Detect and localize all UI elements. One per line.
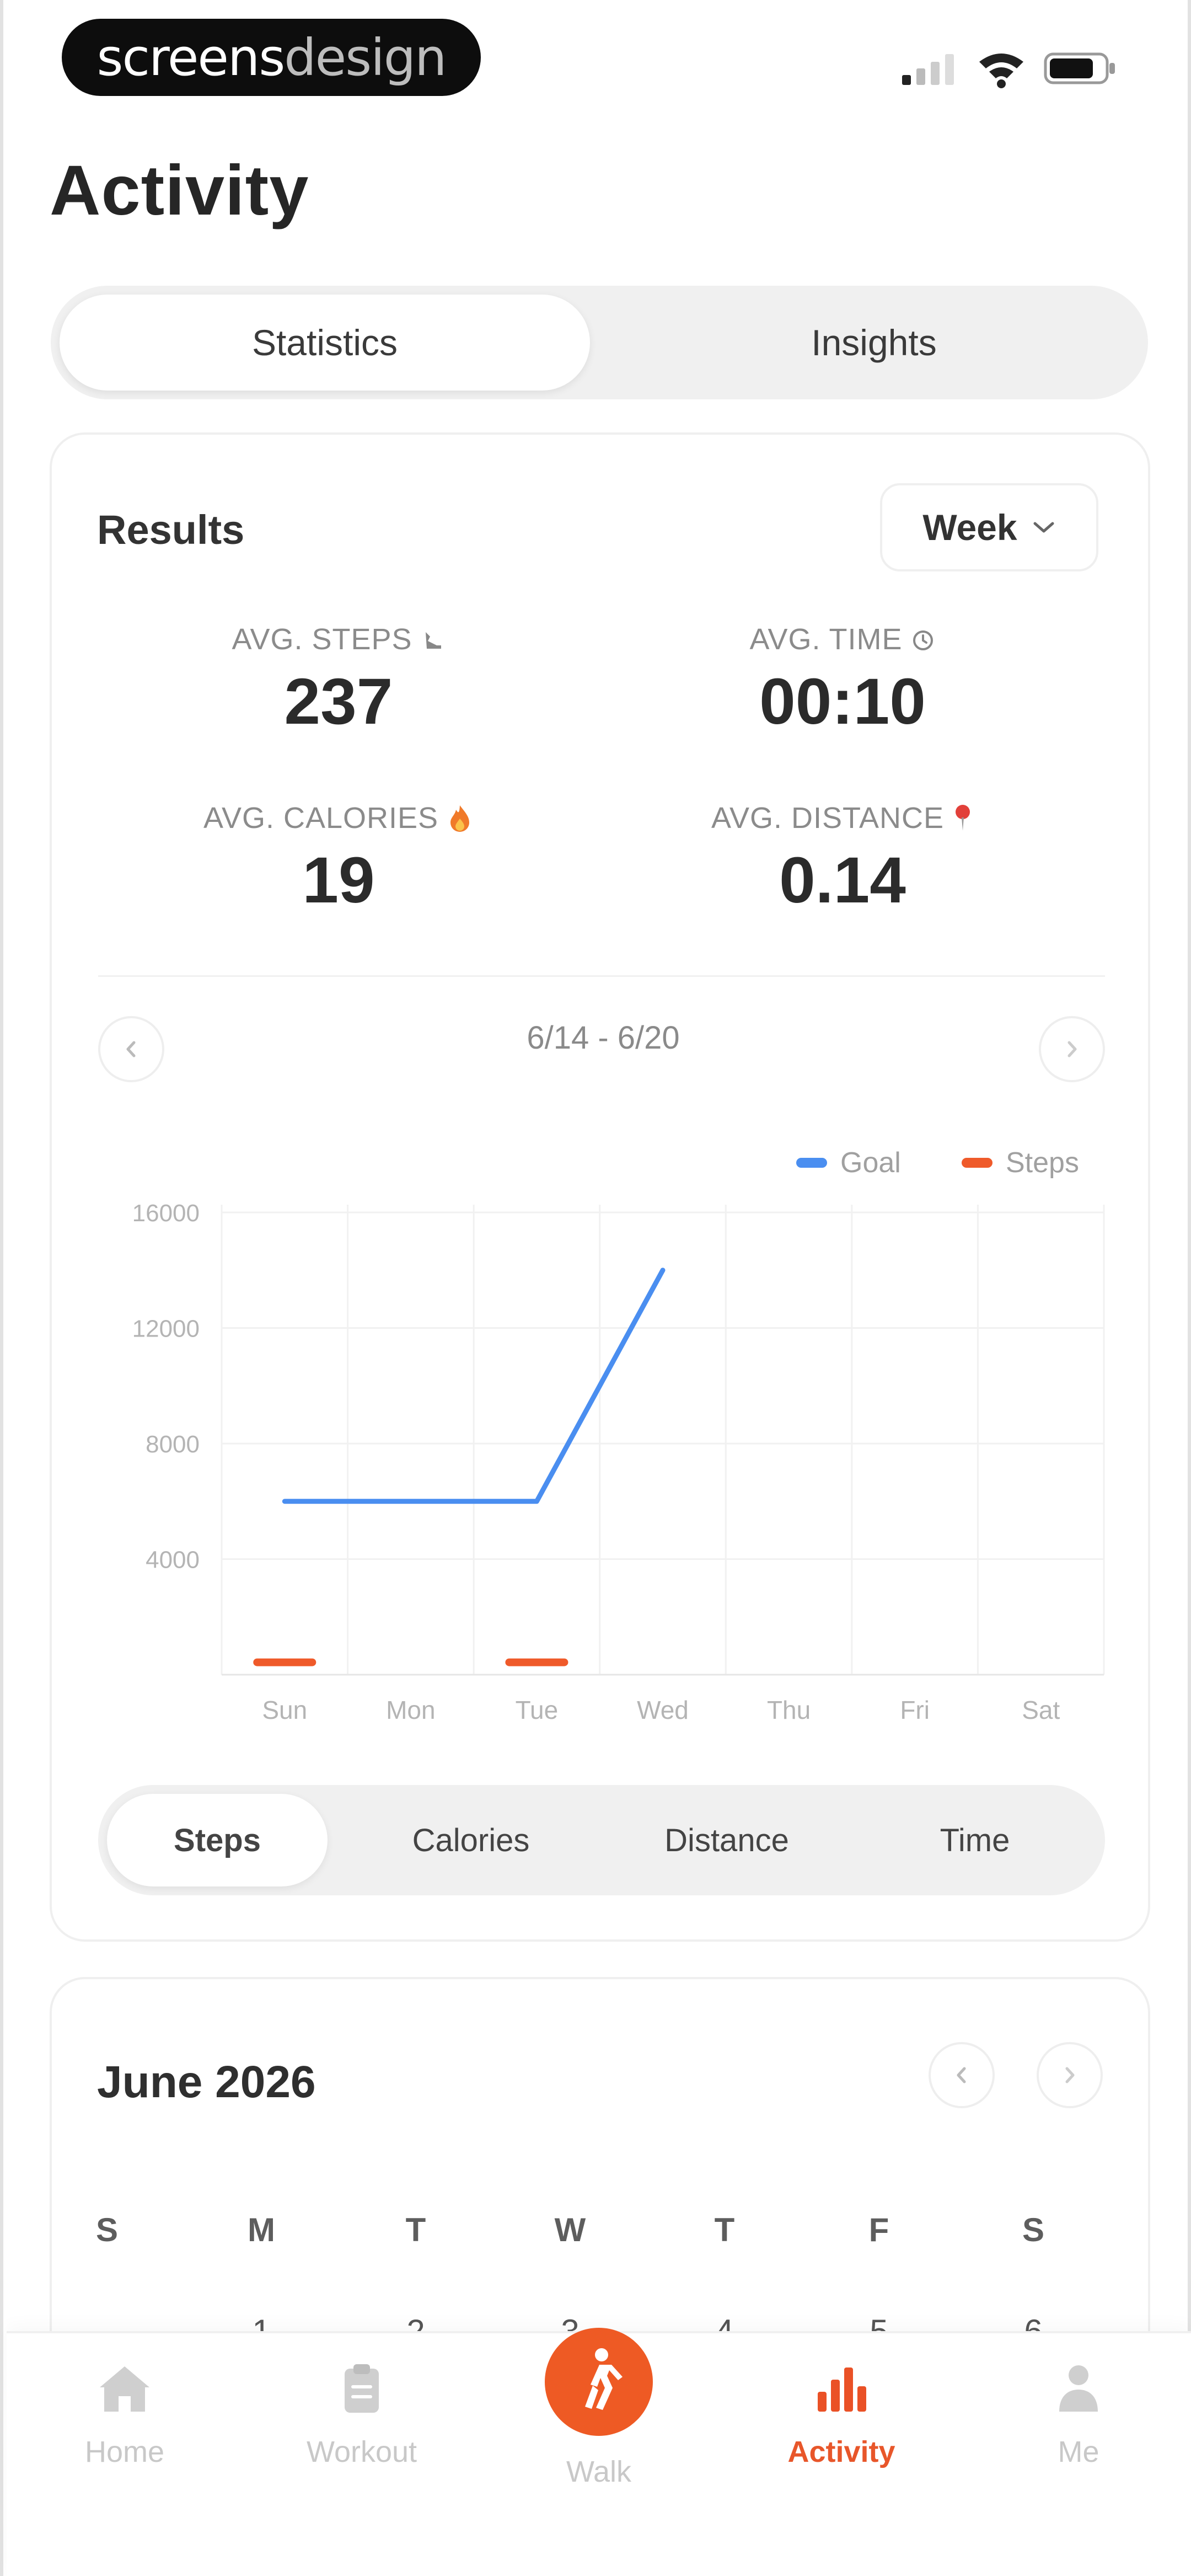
- nav-home[interactable]: Home: [25, 2361, 224, 2537]
- next-month-button[interactable]: [1037, 2042, 1103, 2108]
- tab-time[interactable]: Time: [859, 1794, 1091, 1886]
- signal-icon: [902, 54, 954, 85]
- nav-activity[interactable]: Activity: [742, 2361, 941, 2537]
- calendar-title: June 2026: [97, 2057, 316, 2107]
- tab-steps[interactable]: Steps: [107, 1794, 328, 1886]
- chevron-right-icon: [1065, 2067, 1075, 2083]
- battery-icon: [1044, 52, 1115, 84]
- home-icon: [100, 2366, 149, 2412]
- nav-label: Activity: [787, 2435, 895, 2468]
- clipboard-icon: [345, 2364, 379, 2413]
- chevron-left-icon: [957, 2067, 966, 2083]
- wifi-icon: [979, 54, 1023, 88]
- prev-month-button[interactable]: [929, 2042, 995, 2108]
- bar-chart-icon: [818, 2367, 866, 2412]
- nav-label: Workout: [306, 2435, 417, 2468]
- brand-text-light: design: [284, 28, 447, 87]
- weekday-label: T: [714, 2211, 735, 2248]
- walker-icon: [585, 2348, 623, 2410]
- x-tick-label: Mon: [386, 1696, 435, 1724]
- y-tick-label: 8000: [146, 1431, 200, 1458]
- app-screen: screens design Activity Statistics Insigh…: [0, 0, 1191, 2576]
- walk-button[interactable]: [545, 2328, 653, 2436]
- nav-label: Home: [84, 2435, 165, 2468]
- weekday-label: T: [405, 2211, 426, 2248]
- results-card: Results Week AVG. STEPS 237 AVG. TIME 00…: [50, 432, 1150, 1942]
- y-tick-label: 4000: [146, 1547, 200, 1574]
- metric-tabs: Steps Calories Distance Time: [98, 1785, 1105, 1895]
- x-tick-label: Sat: [1022, 1696, 1060, 1724]
- x-tick-label: Sun: [262, 1696, 307, 1724]
- weekday-label: M: [248, 2211, 275, 2248]
- weekday-label: W: [554, 2211, 586, 2248]
- weekday-label: F: [868, 2211, 889, 2248]
- weekday-label: S: [95, 2211, 119, 2248]
- tab-calories[interactable]: Calories: [355, 1794, 587, 1886]
- tab-statistics[interactable]: Statistics: [60, 295, 590, 391]
- status-icons: [902, 52, 1115, 88]
- nav-label: Walk: [566, 2455, 631, 2488]
- nav-walk[interactable]: Walk: [500, 2328, 698, 2537]
- weekday-label: S: [1022, 2211, 1045, 2248]
- tab-distance[interactable]: Distance: [605, 1794, 848, 1886]
- activity-chart: 16000 12000 8000 4000 Sun Mon Tue Wed Thu Fri Sat: [132, 1200, 1105, 1724]
- x-tick-label: Tue: [516, 1696, 559, 1724]
- y-tick-label: 12000: [132, 1316, 200, 1343]
- calendar-weekdays: S M T W T F S: [74, 2211, 1130, 2266]
- person-icon: [1059, 2365, 1098, 2412]
- x-tick-label: Wed: [637, 1696, 689, 1724]
- view-tabs: Statistics Insights: [51, 286, 1148, 399]
- x-tick-label: Fri: [900, 1696, 930, 1724]
- x-tick-label: Thu: [767, 1696, 811, 1724]
- bottom-navigation: Home Workout Walk Activity Me: [7, 2328, 1191, 2576]
- nav-me[interactable]: Me: [979, 2361, 1178, 2537]
- brand-logo: screens design: [62, 19, 481, 96]
- tab-insights[interactable]: Insights: [609, 295, 1139, 391]
- y-tick-label: 16000: [132, 1200, 200, 1227]
- nav-workout[interactable]: Workout: [262, 2361, 461, 2537]
- nav-label: Me: [1058, 2435, 1099, 2468]
- brand-text-strong: screens: [96, 28, 286, 87]
- page-title: Activity: [50, 151, 309, 230]
